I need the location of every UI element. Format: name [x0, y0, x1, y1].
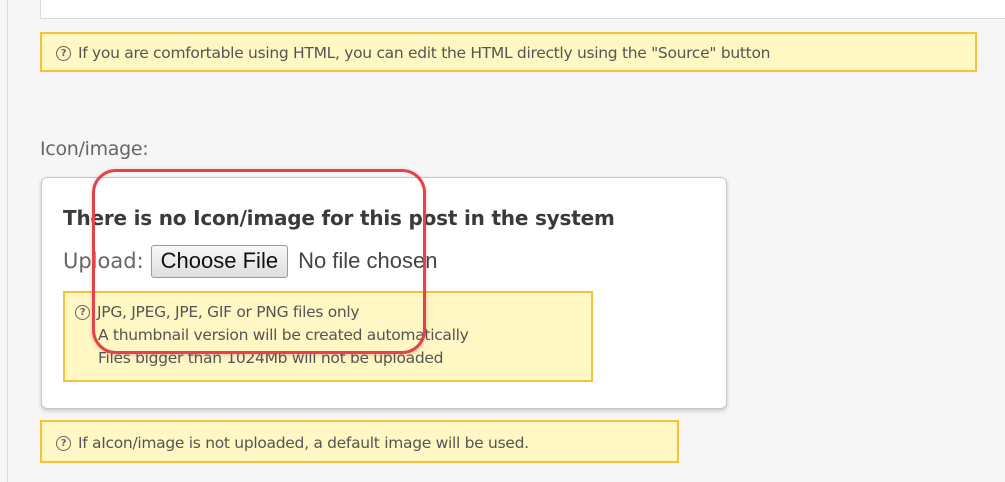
thumbnail-text: A thumbnail version will be created auto… [98, 326, 469, 344]
help-circle-icon: ? [56, 436, 71, 451]
source-help-box: ? If you are comfortable using HTML, you … [40, 32, 977, 72]
size-limit-text: Files bigger than 1024Mb will not be upl… [98, 349, 444, 367]
icon-image-label: Icon/image: [40, 138, 149, 160]
form-left-border [7, 0, 8, 482]
default-image-help-text: If aIcon/image is not uploaded, a defaul… [78, 434, 529, 452]
icon-image-card: There is no Icon/image for this post in … [41, 177, 727, 409]
file-status-text: No file chosen [298, 248, 438, 273]
choose-file-button[interactable]: Choose File [150, 244, 289, 278]
html-editor-bottom[interactable] [40, 0, 1005, 19]
card-title: There is no Icon/image for this post in … [63, 206, 615, 230]
source-help-text: If you are comfortable using HTML, you c… [78, 44, 771, 62]
default-image-help-box: ? If aIcon/image is not uploaded, a defau… [40, 420, 679, 463]
file-requirements-line-1: ? JPG, JPEG, JPE, GIF or PNG files only [75, 301, 591, 324]
file-requirements-help-box: ? JPG, JPEG, JPE, GIF or PNG files only A… [63, 291, 593, 382]
help-circle-icon: ? [56, 46, 71, 61]
upload-row: Upload: Choose File No file chosen [63, 244, 437, 278]
help-circle-icon: ? [75, 305, 90, 320]
file-types-text: JPG, JPEG, JPE, GIF or PNG files only [97, 303, 360, 321]
upload-label: Upload: [63, 249, 144, 273]
